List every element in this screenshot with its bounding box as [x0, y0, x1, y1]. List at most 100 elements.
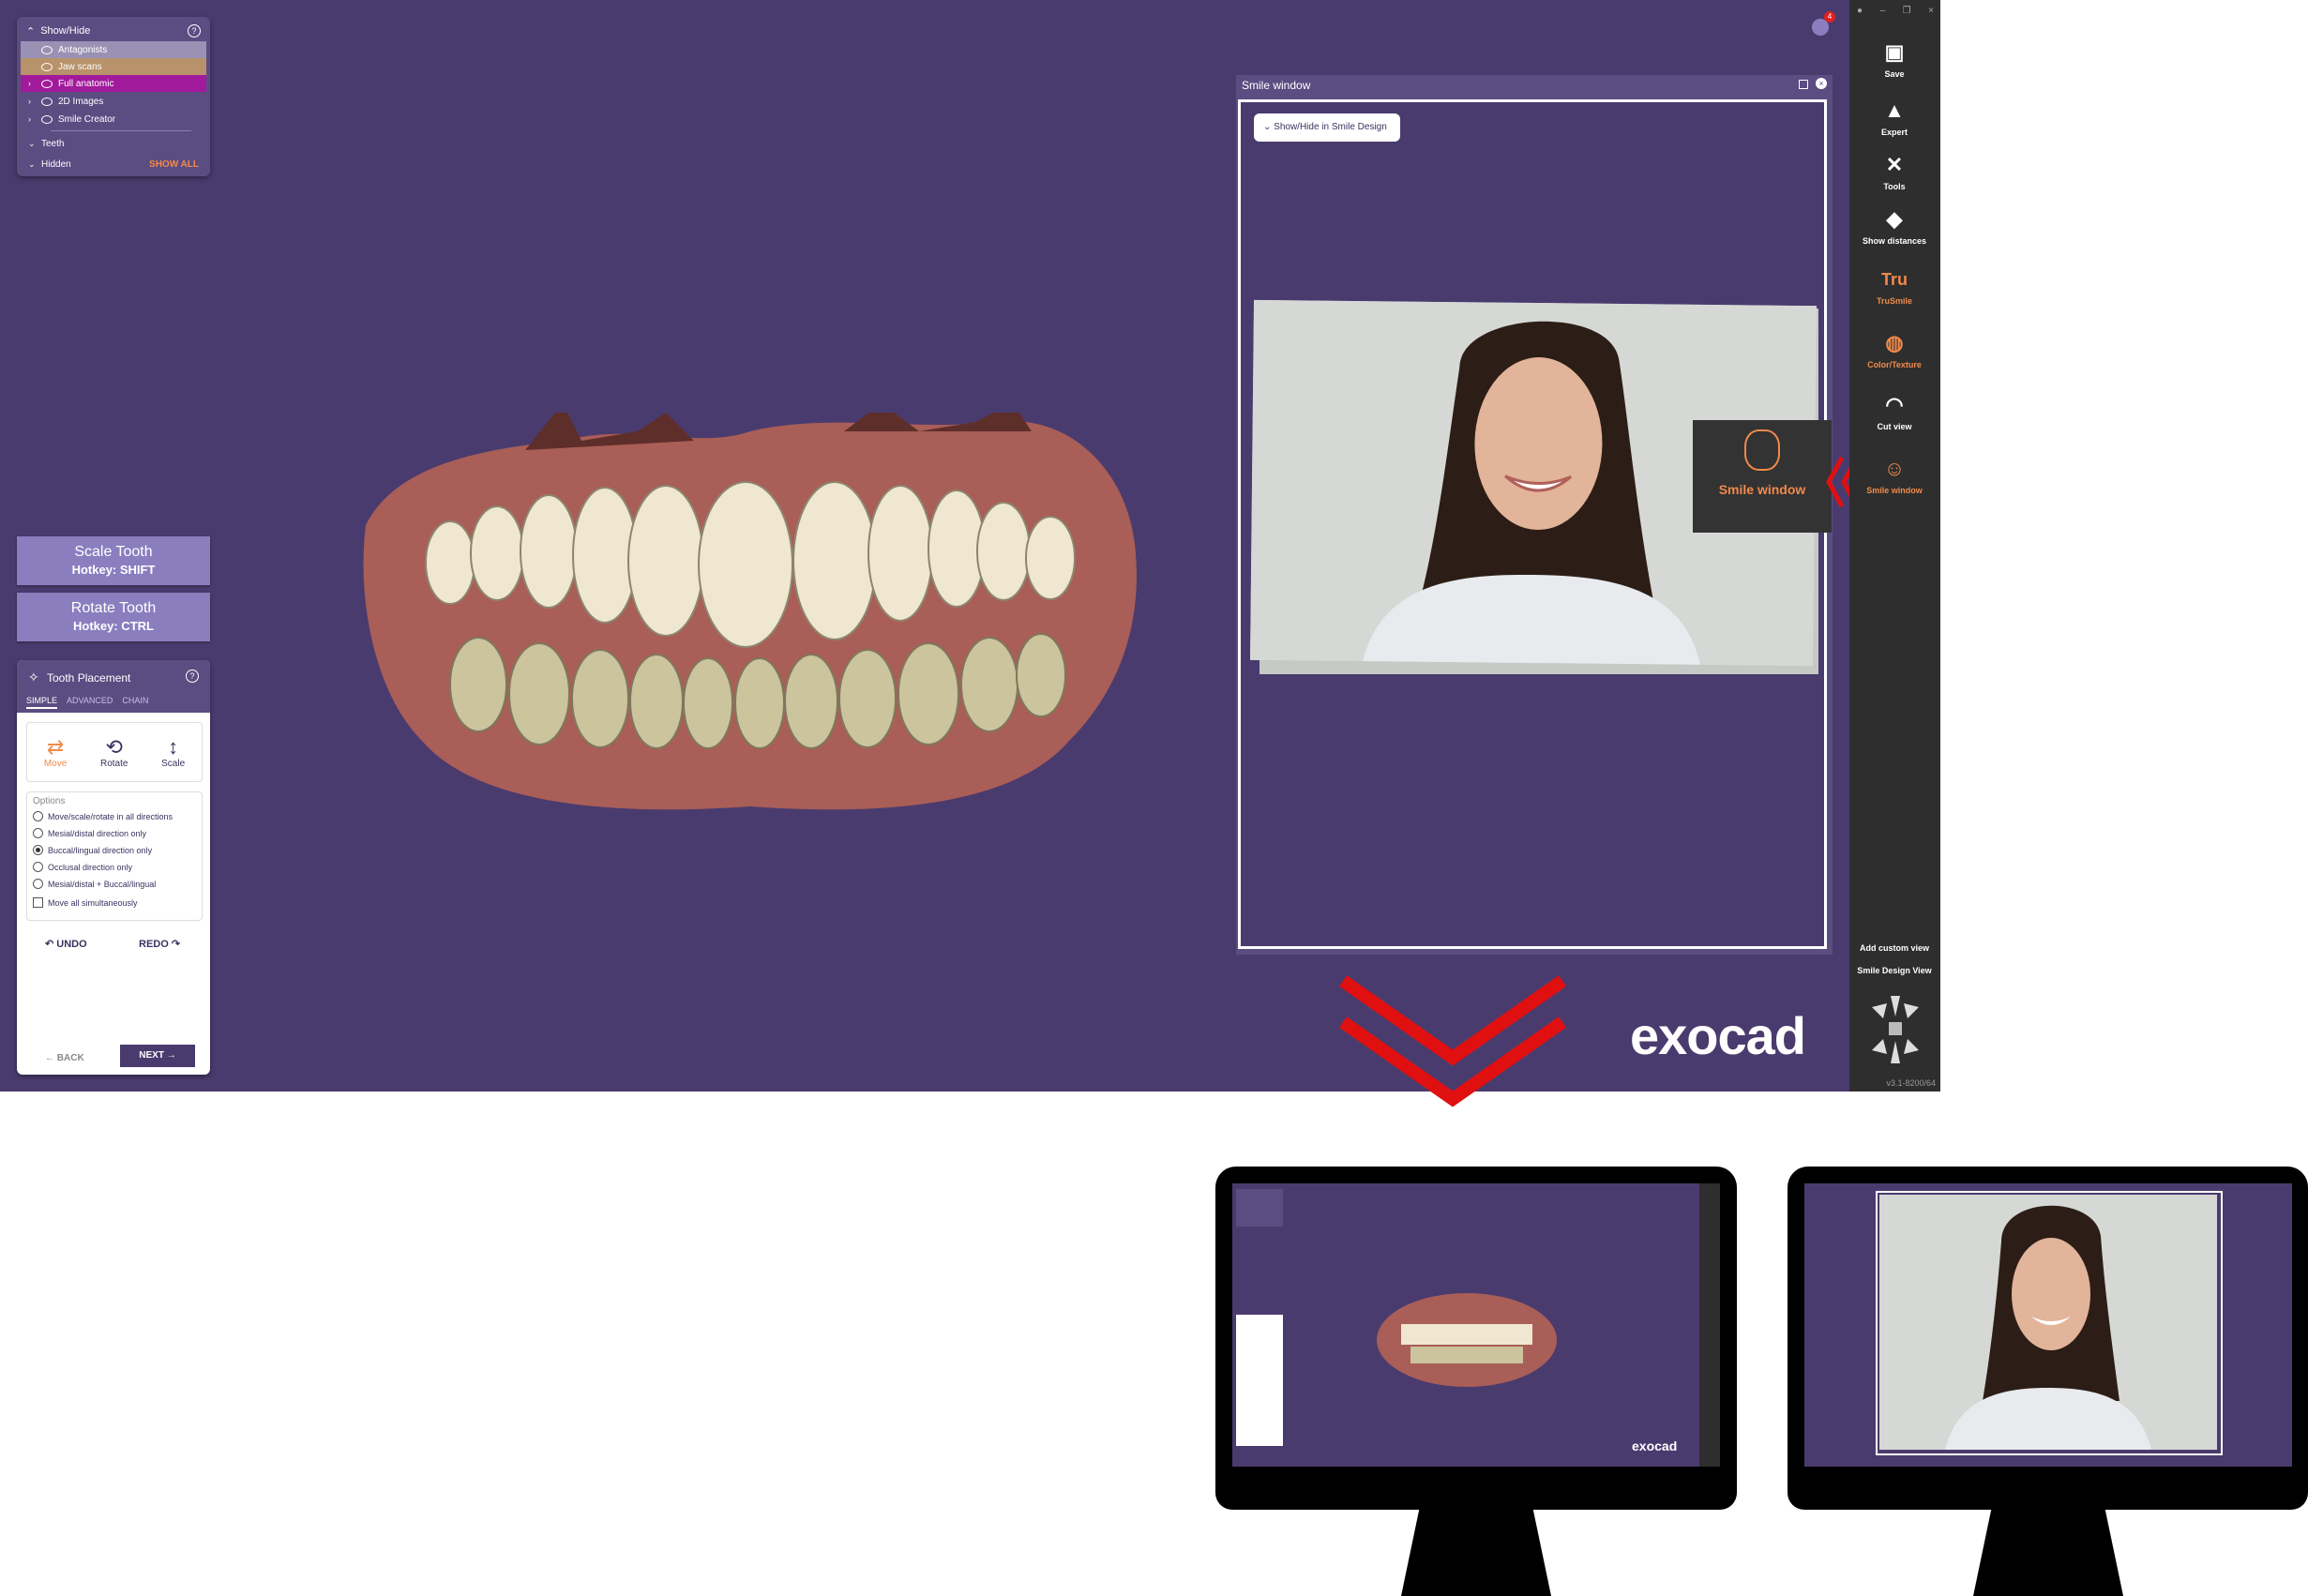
- restore-icon[interactable]: ❐: [1903, 6, 1911, 16]
- option-radio[interactable]: Mesial/distal direction only: [33, 828, 146, 838]
- undo-button[interactable]: ↶ UNDO: [45, 938, 87, 950]
- option-radio[interactable]: Mesial/distal + Buccal/lingual: [33, 879, 156, 889]
- mode-label: Move: [43, 758, 68, 769]
- options-group: Options Move/scale/rotate in all directi…: [26, 791, 203, 921]
- dental-3d-model[interactable]: [356, 413, 1144, 825]
- rotate-mode-button[interactable]: ⟲ Rotate: [100, 734, 128, 769]
- row-full-anatomic[interactable]: › Full anatomic: [21, 75, 206, 92]
- tooltip-label: Smile window: [1718, 482, 1806, 497]
- toolbar-label: TruSmile: [1876, 296, 1912, 306]
- smile-window-button[interactable]: ☺ Smile window: [1849, 456, 1939, 495]
- show-distances-button[interactable]: ◆ Show distances: [1849, 206, 1939, 246]
- show-hide-smile-design-dropdown[interactable]: ⌄ Show/Hide in Smile Design: [1254, 113, 1400, 142]
- option-label: Mesial/distal direction only: [48, 828, 147, 838]
- chevron-right-icon[interactable]: ›: [28, 97, 36, 106]
- option-radio[interactable]: Buccal/lingual direction only: [33, 845, 152, 855]
- chevron-right-icon[interactable]: ›: [28, 114, 36, 124]
- tooth-icon: ◠: [1885, 393, 1904, 416]
- tooth-placement-header: ✧ Tooth Placement ? SIMPLE ADVANCED CHAI…: [17, 660, 210, 713]
- option-label: Mesial/distal + Buccal/lingual: [48, 879, 157, 889]
- trusmile-button[interactable]: Tru TruSmile: [1849, 266, 1939, 306]
- row-jaw-scans[interactable]: Jaw scans: [21, 58, 206, 75]
- gum-tissue-tear: [844, 413, 1032, 431]
- smile-design-view-button[interactable]: Smile Design View: [1849, 966, 1939, 975]
- user-icon[interactable]: ●: [1857, 6, 1863, 16]
- close-window-icon[interactable]: ×: [1928, 6, 1934, 16]
- monitor-stand: [1973, 1510, 2123, 1596]
- face-icon: ☺: [1883, 457, 1906, 480]
- tab-bar: SIMPLE ADVANCED CHAIN: [26, 696, 148, 709]
- next-label: NEXT: [139, 1050, 164, 1061]
- monitor-right: [1788, 1167, 2308, 1596]
- smile-window-title: Smile window: [1242, 79, 1311, 92]
- option-radio[interactable]: Move/scale/rotate in all directions: [33, 811, 173, 821]
- row-antagonists[interactable]: Antagonists: [21, 41, 206, 58]
- eye-icon[interactable]: [41, 114, 53, 124]
- eye-icon[interactable]: [41, 79, 53, 88]
- notification-badge: 4: [1824, 11, 1835, 23]
- view-cube-icon[interactable]: [1863, 992, 1928, 1067]
- palette-icon: ◍: [1885, 331, 1904, 354]
- eye-icon[interactable]: [41, 97, 53, 106]
- scale-mode-button[interactable]: ↕ Scale: [161, 735, 185, 769]
- row-label: 2D Images: [58, 96, 104, 107]
- maximize-icon[interactable]: [1799, 80, 1808, 89]
- version-label: v3.1-8200/64: [1886, 1078, 1936, 1088]
- save-button[interactable]: ▣ Save: [1849, 39, 1939, 79]
- show-hide-header[interactable]: ⌃ Show/Hide ?: [26, 23, 201, 39]
- red-chevrons-down-icon: [1338, 975, 1567, 1107]
- eye-icon[interactable]: [41, 62, 53, 71]
- next-button[interactable]: NEXT →: [120, 1045, 195, 1067]
- row-label: Teeth: [41, 138, 65, 149]
- row-hidden[interactable]: ⌄ Hidden SHOW ALL: [21, 156, 206, 173]
- toolbar-label: Cut view: [1877, 422, 1912, 431]
- minimize-icon[interactable]: –: [1880, 6, 1886, 16]
- scale-hotkey-label: Hotkey: SHIFT: [71, 563, 156, 577]
- tools-button[interactable]: ✕ Tools: [1849, 152, 1939, 191]
- wrench-hammer-icon: ✕: [1885, 153, 1904, 176]
- tooth-placement-panel: ✧ Tooth Placement ? SIMPLE ADVANCED CHAI…: [17, 660, 210, 1075]
- toolbar-label: Tools: [1883, 182, 1906, 191]
- undo-label: UNDO: [56, 939, 87, 950]
- tab-advanced[interactable]: ADVANCED: [67, 696, 113, 709]
- smile-window-titlebar[interactable]: Smile window ×: [1236, 75, 1833, 96]
- rotate-icon: ⟲: [105, 734, 123, 759]
- row-2d-images[interactable]: › 2D Images: [21, 93, 206, 110]
- back-button[interactable]: ← BACK: [45, 1053, 84, 1063]
- smile-window-tooltip: Smile window: [1693, 420, 1832, 533]
- toolbar-label: Save: [1884, 69, 1905, 79]
- close-icon[interactable]: ×: [1816, 78, 1827, 89]
- row-label: Hidden: [41, 158, 71, 170]
- move-all-checkbox[interactable]: Move all simultaneously: [33, 897, 138, 908]
- mini-tooth-placement-panel: [1236, 1315, 1283, 1446]
- dropdown-label: Show/Hide in Smile Design: [1274, 122, 1387, 132]
- exocad-app-window: ⌃ Show/Hide ? Antagonists Jaw scans › Fu…: [0, 0, 1940, 1092]
- show-all-button[interactable]: SHOW ALL: [149, 159, 199, 170]
- row-smile-creator[interactable]: › Smile Creator: [21, 111, 206, 128]
- move-arrows-icon: ⇄: [46, 734, 65, 759]
- row-teeth[interactable]: ⌄ Teeth: [21, 135, 206, 152]
- tab-chain[interactable]: CHAIN: [122, 696, 148, 709]
- redo-button[interactable]: REDO ↷: [139, 938, 180, 950]
- chevron-up-icon: ⌃: [26, 25, 36, 38]
- move-mode-button[interactable]: ⇄ Move: [43, 734, 68, 769]
- add-custom-view-button[interactable]: Add custom view: [1849, 943, 1939, 953]
- chevron-right-icon[interactable]: ›: [28, 79, 36, 88]
- cut-view-button[interactable]: ◠ Cut view: [1849, 392, 1939, 431]
- color-texture-button[interactable]: ◍ Color/Texture: [1849, 330, 1939, 369]
- expert-button[interactable]: ▲ Expert: [1849, 98, 1939, 137]
- tab-simple[interactable]: SIMPLE: [26, 696, 58, 709]
- magic-wand-icon: ✧: [28, 670, 39, 685]
- scale-tooth-button[interactable]: Scale Tooth Hotkey: SHIFT: [17, 536, 210, 585]
- option-label: Occlusal direction only: [48, 862, 133, 872]
- row-label: Jaw scans: [58, 61, 102, 72]
- help-icon[interactable]: ?: [186, 670, 199, 683]
- distance-tooth-icon: ◆: [1886, 207, 1903, 231]
- eye-icon[interactable]: [41, 45, 53, 54]
- window-controls: ● – ❐ ×: [1857, 6, 1934, 16]
- chevron-down-icon: ⌄: [1263, 122, 1272, 132]
- help-icon[interactable]: ?: [188, 24, 201, 38]
- row-label: Full anatomic: [58, 78, 114, 89]
- rotate-tooth-button[interactable]: Rotate Tooth Hotkey: CTRL: [17, 593, 210, 641]
- option-radio[interactable]: Occlusal direction only: [33, 862, 132, 872]
